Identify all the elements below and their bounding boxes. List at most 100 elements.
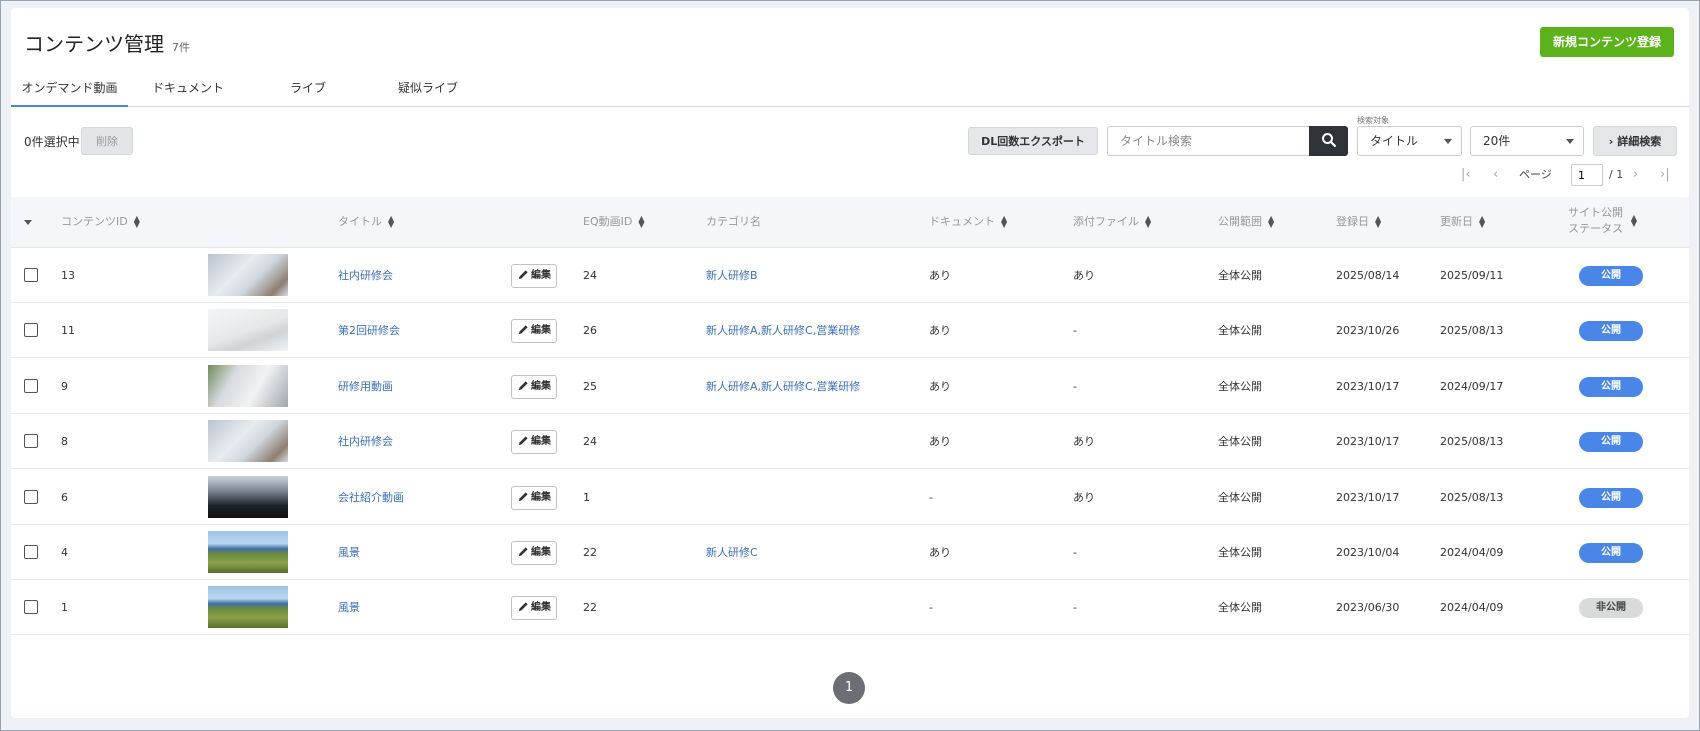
table-row: 11 第2回研修会 編集 26 新人研修A,新人研修C,営業研修 あり - 全体… [11, 303, 1689, 359]
category-link[interactable]: 新人研修C [706, 525, 758, 580]
eq-video-id: 22 [583, 546, 597, 559]
item-count: 7件 [172, 41, 190, 54]
edit-button-label: 編集 [531, 602, 551, 614]
content-title-link[interactable]: 研修用動画 [338, 359, 393, 414]
scope-value: 全体公開 [1218, 490, 1262, 504]
row-checkbox[interactable] [24, 268, 38, 282]
sort-icon: ▲ ▼ [1375, 214, 1382, 229]
edit-button[interactable]: 編集 [511, 264, 557, 288]
first-page-icon[interactable]: |‹ [1461, 164, 1471, 186]
column-header-scope[interactable]: 公開範囲 ▲ ▼ [1218, 215, 1274, 229]
advanced-search-button[interactable]: › 詳細検索 [1593, 126, 1677, 156]
column-header-attachment[interactable]: 添付ファイル ▲ ▼ [1073, 215, 1151, 229]
prev-page-icon[interactable]: ‹ [1493, 164, 1498, 186]
registered-date: 2023/10/17 [1336, 490, 1400, 504]
search-target-select[interactable]: タイトル [1357, 126, 1462, 156]
column-header-status[interactable]: サイト公開 ステータス ▲ ▼ [1568, 205, 1637, 237]
page-number-input[interactable] [1571, 164, 1603, 186]
document-value: あり [929, 379, 951, 393]
row-checkbox[interactable] [24, 600, 38, 615]
column-header-updated[interactable]: 更新日 ▲ ▼ [1440, 215, 1485, 229]
edit-button[interactable]: 編集 [511, 485, 557, 510]
chevron-right-icon: › [1608, 135, 1614, 148]
scope-value: 全体公開 [1218, 601, 1262, 615]
thumbnail [208, 531, 288, 573]
filter-label: 検索対象 [1357, 116, 1389, 125]
column-header-title[interactable]: タイトル ▲ ▼ [338, 215, 394, 229]
updated-date: 2025/08/13 [1440, 490, 1504, 504]
row-checkbox[interactable] [24, 378, 38, 393]
scope-value: 全体公開 [1218, 379, 1262, 393]
tab-document[interactable]: ドキュメント [128, 70, 248, 107]
document-value: - [929, 490, 933, 504]
row-checkbox[interactable] [24, 545, 38, 559]
scope-value: 全体公開 [1218, 324, 1262, 338]
status-badge: 公開 [1579, 266, 1643, 286]
edit-button[interactable]: 編集 [511, 430, 557, 455]
pencil-icon [518, 270, 528, 280]
content-title-link[interactable]: 風景 [338, 525, 360, 580]
page-button-1[interactable]: 1 [833, 672, 865, 704]
eq-video-id: 22 [583, 601, 597, 615]
edit-button[interactable]: 編集 [511, 541, 557, 565]
content-title-link[interactable]: 社内研修会 [338, 414, 393, 469]
attachment-value: - [1073, 546, 1077, 559]
attachment-value: あり [1073, 435, 1095, 449]
caret-down-icon [1566, 139, 1574, 144]
registered-date: 2023/10/17 [1336, 379, 1400, 393]
row-checkbox[interactable] [24, 323, 38, 338]
table-row: 13 社内研修会 編集 24 新人研修B あり あり 全体公開 2025/08/… [11, 248, 1689, 303]
content-id: 1 [61, 601, 68, 615]
selected-count: 0件選択中 [24, 135, 80, 149]
updated-date: 2024/04/09 [1440, 546, 1504, 559]
edit-button-label: 編集 [531, 547, 551, 558]
row-checkbox[interactable] [24, 489, 38, 504]
sort-icon: ▲ ▼ [1145, 214, 1152, 229]
updated-date: 2025/08/13 [1440, 324, 1504, 338]
new-content-button[interactable]: 新規コンテンツ登録 [1539, 27, 1674, 57]
last-page-icon[interactable]: ›| [1660, 164, 1670, 186]
content-title-link[interactable]: 風景 [338, 580, 360, 635]
edit-button[interactable]: 編集 [511, 596, 557, 621]
thumbnail [208, 309, 288, 352]
caret-down-icon [1444, 139, 1452, 144]
column-header-eq-id[interactable]: EQ動画ID ▲ ▼ [583, 215, 644, 229]
table-row: 4 風景 編集 22 新人研修C あり - 全体公開 2023/10/04 20… [11, 525, 1689, 580]
category-link[interactable]: 新人研修A,新人研修C,営業研修 [706, 359, 860, 414]
status-badge: 公開 [1579, 487, 1643, 508]
tab-on-demand[interactable]: オンデマンド動画 [11, 70, 128, 107]
export-button[interactable]: DL回数エクスポート [968, 127, 1098, 155]
content-title-link[interactable]: 社内研修会 [338, 248, 393, 303]
column-header-id[interactable]: コンテンツID ▲ ▼ [61, 215, 140, 229]
edit-button[interactable]: 編集 [511, 319, 557, 344]
content-id: 4 [61, 546, 68, 559]
tab-pseudo-live[interactable]: 疑似ライブ [368, 70, 488, 107]
table-row: 6 会社紹介動画 編集 1 - あり 全体公開 2023/10/17 2025/… [11, 470, 1689, 525]
content-id: 9 [61, 379, 68, 393]
category-link[interactable]: 新人研修B [706, 248, 758, 303]
toolbar: 0件選択中 削除 DL回数エクスポート 検索対象 タイトル 20件 ›詳細検索 … [11, 116, 1689, 196]
updated-date: 2025/09/11 [1440, 269, 1504, 282]
content-title-link[interactable]: 会社紹介動画 [338, 470, 404, 525]
registered-date: 2023/10/17 [1336, 435, 1400, 449]
column-header-document[interactable]: ドキュメント ▲ ▼ [929, 215, 1007, 229]
updated-date: 2024/09/17 [1440, 379, 1504, 393]
search-button[interactable] [1309, 126, 1348, 156]
bulk-select-dropdown-icon[interactable] [24, 220, 32, 225]
page-size-select[interactable]: 20件 [1470, 126, 1584, 156]
registered-date: 2023/06/30 [1336, 601, 1400, 615]
content-title-link[interactable]: 第2回研修会 [338, 303, 400, 358]
delete-button[interactable]: 削除 [81, 127, 133, 155]
registered-date: 2025/08/14 [1336, 269, 1400, 282]
content-id: 11 [61, 324, 75, 338]
category-link[interactable]: 新人研修A,新人研修C,営業研修 [706, 303, 860, 358]
advanced-search-label: 詳細検索 [1617, 135, 1662, 148]
next-page-icon[interactable]: › [1633, 164, 1638, 186]
tab-live[interactable]: ライブ [248, 70, 368, 107]
row-checkbox[interactable] [24, 434, 38, 449]
scope-value: 全体公開 [1218, 269, 1262, 282]
edit-button[interactable]: 編集 [511, 374, 557, 399]
sort-icon: ▲ ▼ [1001, 214, 1008, 229]
column-header-registered[interactable]: 登録日 ▲ ▼ [1336, 215, 1381, 229]
search-input[interactable] [1107, 126, 1309, 156]
